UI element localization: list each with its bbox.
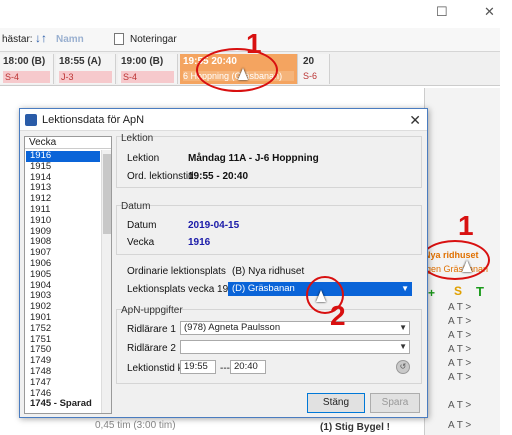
week-list-item[interactable]: 1747 — [26, 377, 100, 389]
slot-time: 20 — [303, 56, 315, 67]
slot-sub: J-3 — [59, 71, 112, 83]
week-list-item[interactable]: 1752 — [26, 323, 100, 335]
mouse-cursor-icon — [238, 68, 248, 80]
dialog-title: Lektionsdata för ApN — [42, 114, 145, 126]
week-list-item[interactable]: 1906 — [26, 258, 100, 270]
rider1-value: (978) Agneta Paulsson — [184, 322, 281, 333]
t-icon[interactable]: T — [476, 284, 484, 299]
row-actions[interactable]: A T > — [448, 344, 471, 355]
row-actions[interactable]: A T > — [448, 330, 471, 341]
slot-1800[interactable]: 18:00 (B) S-4 — [0, 54, 54, 84]
week-list-item[interactable]: 1915 — [26, 161, 100, 173]
rider2-select[interactable]: ▼ — [180, 340, 410, 354]
week-list-item[interactable]: 1901 — [26, 312, 100, 324]
rider1-select[interactable]: (978) Agneta Paulsson ▼ — [180, 321, 410, 335]
save-button[interactable]: Spara — [370, 393, 420, 413]
slot-time: 18:00 (B) — [3, 56, 46, 67]
slot-sub: S-4 — [3, 71, 50, 83]
close-icon[interactable]: ✕ — [484, 4, 495, 20]
week-list-item[interactable]: 1745 - Sparad — [26, 399, 100, 410]
date-label: Datum — [127, 220, 157, 231]
date-group-title: Datum — [121, 201, 151, 212]
rider-name: (1) Stig Bygel ! — [320, 422, 391, 433]
chevron-down-icon: ▼ — [401, 284, 409, 293]
week-label: Vecka — [127, 237, 155, 248]
week-value: 1916 — [188, 237, 211, 248]
annotation-number: 1 — [458, 210, 474, 241]
notes-button[interactable]: Noteringar — [130, 34, 177, 45]
slot-1900[interactable]: 19:00 (B) S-4 — [118, 54, 178, 84]
place-select-value: (D) Gräsbanan — [232, 283, 295, 294]
row-actions[interactable]: A T > — [448, 316, 471, 327]
window-titlebar: ☐ ✕ — [0, 0, 512, 24]
close-icon[interactable]: ✕ — [409, 112, 421, 129]
week-list-header: Vecka — [25, 137, 111, 149]
apn-group-title: ApN-uppgifter — [121, 305, 183, 316]
s-icon[interactable]: S — [454, 284, 462, 298]
maximize-icon[interactable]: ☐ — [436, 4, 448, 20]
slot-sub: S-6 — [303, 71, 318, 81]
sort-name-button[interactable]: Namn — [56, 34, 84, 45]
duration-text: 0,45 tim (3:00 tim) — [95, 420, 176, 431]
row-actions[interactable]: A T > — [448, 420, 471, 431]
ord-place-value: (B) Nya ridhuset — [232, 266, 305, 277]
date-group — [116, 205, 422, 255]
time-from-input[interactable]: 19:55 — [180, 360, 216, 374]
lesson-value: Måndag 11A - J-6 Hoppning — [188, 153, 319, 164]
chevron-down-icon: ▼ — [399, 323, 407, 332]
time-separator: --- — [220, 363, 230, 374]
scroll-thumb[interactable] — [103, 154, 111, 234]
week-list-item[interactable]: 1748 — [26, 366, 100, 378]
chevron-down-icon: ▼ — [399, 342, 407, 351]
close-button[interactable]: Stäng — [307, 393, 365, 413]
ord-place-label: Ordinarie lektionsplats — [127, 266, 226, 277]
week-list[interactable]: Vecka 1916 1915 1914 1913 1912 1911 1910 1909 19… — [24, 136, 112, 414]
annotation-number: 2 — [330, 300, 346, 331]
horses-label: hästar: — [2, 34, 33, 45]
week-list-item[interactable]: 1910 — [26, 215, 100, 227]
slot-time: 18:55 (A) — [59, 56, 102, 67]
highlight-ellipse — [196, 48, 278, 92]
week-list-item[interactable]: 1911 — [26, 204, 100, 216]
mouse-cursor-icon — [462, 260, 472, 272]
slot-20[interactable]: 20 S-6 — [300, 54, 330, 84]
lesson-data-dialog: Lektionsdata för ApN ✕ Vecka 1916 1915 191… — [19, 108, 428, 418]
app-icon — [25, 114, 37, 126]
sort-icon[interactable]: ↓↑ — [35, 31, 47, 45]
week-list-item[interactable]: 1916 — [26, 150, 100, 162]
place-week-label: Lektionsplats vecka 1916 — [127, 284, 240, 295]
notes-icon — [114, 33, 124, 45]
dialog-titlebar: Lektionsdata för ApN ✕ — [20, 109, 427, 131]
rider1-label: Ridlärare 1 — [127, 324, 176, 335]
ord-time-value: 19:55 - 20:40 — [188, 171, 249, 182]
row-actions[interactable]: A T > — [448, 302, 471, 313]
reset-icon[interactable]: ↺ — [396, 360, 410, 374]
time-label: Lektionstid kl — [127, 363, 185, 374]
slot-sub: S-4 — [121, 71, 174, 83]
slot-1855[interactable]: 18:55 (A) J-3 — [56, 54, 116, 84]
row-actions[interactable]: A T > — [448, 372, 471, 383]
date-value: 2019-04-15 — [188, 220, 240, 231]
week-list-scrollbar[interactable] — [101, 150, 111, 413]
time-to-input[interactable]: 20:40 — [230, 360, 266, 374]
lesson-label: Lektion — [127, 153, 160, 164]
add-icon[interactable]: + — [428, 286, 435, 300]
slot-time: 19:00 (B) — [121, 56, 164, 67]
ord-time-label: Ord. lektionstid — [127, 171, 194, 182]
row-actions[interactable]: A T > — [448, 358, 471, 369]
row-actions[interactable]: A T > — [448, 400, 471, 411]
annotation-number: 1 — [246, 28, 262, 59]
mouse-cursor-icon — [316, 290, 326, 302]
highlight-ellipse — [420, 240, 490, 280]
week-list-item[interactable]: 1905 — [26, 269, 100, 281]
lesson-group-title: Lektion — [121, 133, 154, 144]
rider2-label: Ridlärare 2 — [127, 343, 176, 354]
